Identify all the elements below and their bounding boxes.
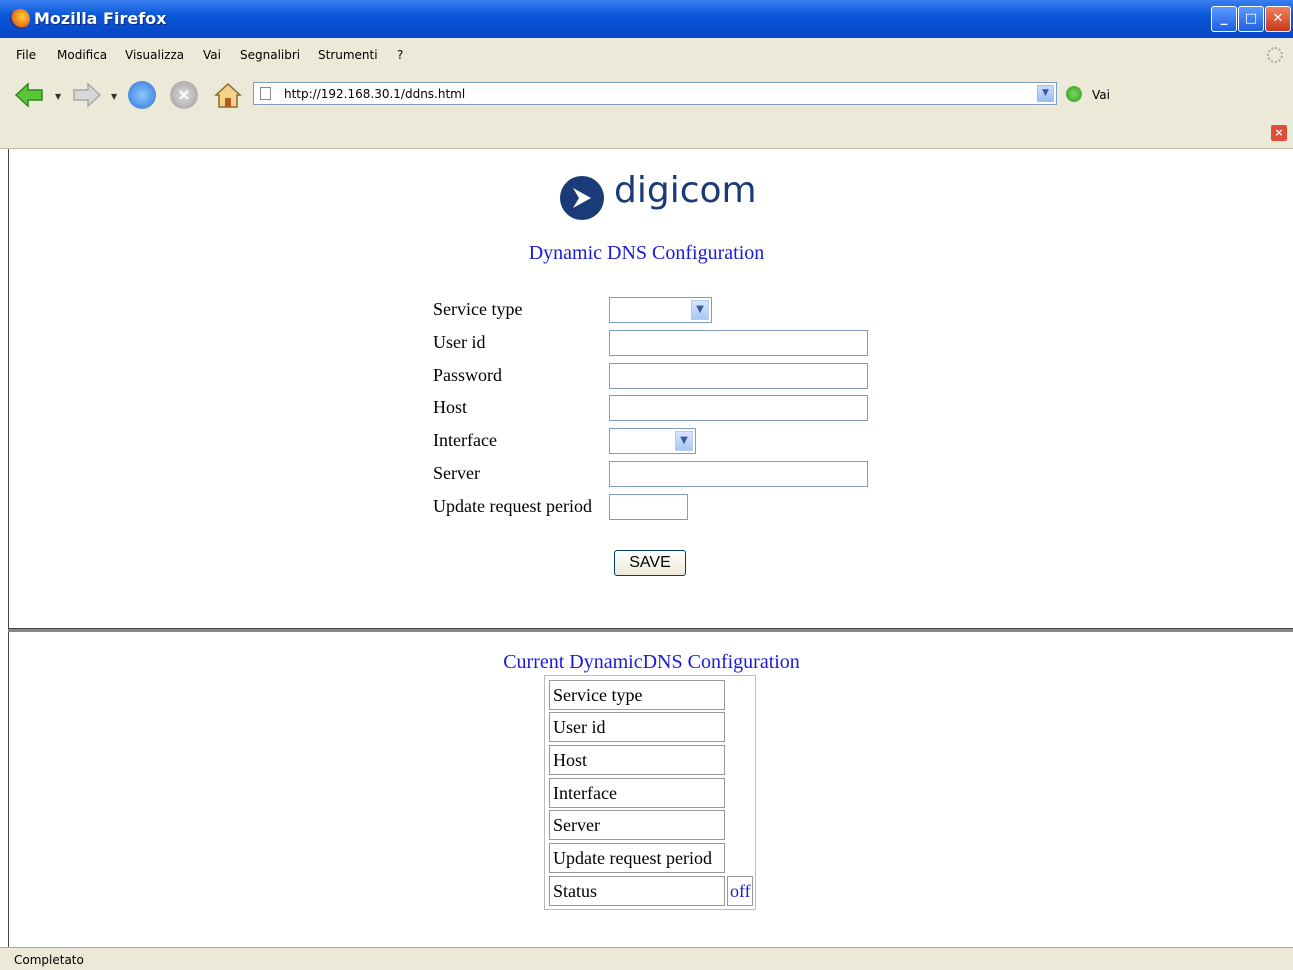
service-type-select[interactable]: ▼ (609, 297, 712, 323)
row-service-type: Service type (549, 680, 725, 710)
url-text[interactable]: http://192.168.30.1/ddns.html (284, 87, 465, 101)
menu-bar: File Modifica Visualizza Vai Segnalibri … (0, 38, 1293, 73)
url-dropdown-icon[interactable]: ▼ (1037, 85, 1054, 102)
label-interface: Interface (433, 430, 497, 450)
back-arrow-icon[interactable] (14, 81, 43, 109)
menu-visualizza[interactable]: Visualizza (125, 48, 184, 62)
label-service-type: Service type (433, 299, 523, 319)
password-input[interactable] (609, 363, 868, 389)
save-button[interactable]: SAVE (614, 550, 686, 576)
row-status: Status (549, 876, 725, 906)
user-id-input[interactable] (609, 330, 868, 356)
window-title: Mozilla Firefox (34, 9, 167, 28)
host-input[interactable] (609, 395, 868, 421)
back-dropdown-icon[interactable]: ▼ (55, 92, 61, 101)
info-bar: × (0, 118, 1293, 149)
update-period-input[interactable] (609, 494, 688, 520)
row-interface: Interface (549, 778, 725, 808)
url-bar[interactable]: http://192.168.30.1/ddns.html ▼ (253, 82, 1057, 105)
minimize-button[interactable]: _ (1211, 6, 1237, 32)
logo-mark-icon (560, 176, 604, 220)
menu-help[interactable]: ? (397, 48, 403, 62)
close-icon[interactable]: × (1271, 125, 1287, 141)
go-icon[interactable] (1066, 86, 1082, 102)
forward-arrow-icon[interactable] (72, 81, 102, 109)
row-server: Server (549, 810, 725, 840)
firefox-icon (10, 9, 30, 29)
window-titlebar: Mozilla Firefox _ □ ✕ (0, 0, 1293, 38)
close-button[interactable]: ✕ (1265, 6, 1291, 32)
stop-icon[interactable]: × (170, 81, 198, 109)
menu-file[interactable]: File (16, 48, 36, 62)
menu-strumenti[interactable]: Strumenti (318, 48, 378, 62)
navigation-toolbar: ▼ ▼ × http://192.168.30.1/ddns.html ▼ Va… (0, 72, 1293, 118)
row-user-id: User id (549, 712, 725, 742)
label-password: Password (433, 365, 503, 385)
label-host: Host (433, 397, 468, 417)
status-text: Completato (14, 953, 84, 967)
interface-select[interactable]: ▼ (609, 428, 696, 454)
form-title: Dynamic DNS Configuration (528, 242, 765, 264)
forward-dropdown-icon[interactable]: ▼ (111, 92, 117, 101)
server-input[interactable] (609, 461, 868, 487)
row-host: Host (549, 745, 725, 775)
row-update-period: Update request period (549, 843, 725, 873)
menu-segnalibri[interactable]: Segnalibri (240, 48, 300, 62)
logo-text: digicom (614, 170, 757, 211)
menu-vai[interactable]: Vai (203, 48, 221, 62)
current-config-title: Current DynamicDNS Configuration (503, 651, 800, 673)
label-user-id: User id (433, 332, 486, 352)
status-value: off (727, 876, 753, 906)
status-bar: Completato (0, 947, 1293, 970)
chevron-down-icon[interactable]: ▼ (675, 431, 693, 451)
page-icon (260, 87, 271, 100)
home-icon[interactable] (213, 81, 242, 109)
maximize-button[interactable]: □ (1238, 6, 1264, 32)
go-button-label[interactable]: Vai (1092, 88, 1110, 102)
throbber-icon (1267, 47, 1283, 63)
menu-modifica[interactable]: Modifica (57, 48, 107, 62)
chevron-down-icon[interactable]: ▼ (691, 300, 709, 320)
label-update-period: Update request period (433, 496, 592, 516)
label-server: Server (433, 463, 480, 483)
reload-icon[interactable] (128, 81, 156, 109)
